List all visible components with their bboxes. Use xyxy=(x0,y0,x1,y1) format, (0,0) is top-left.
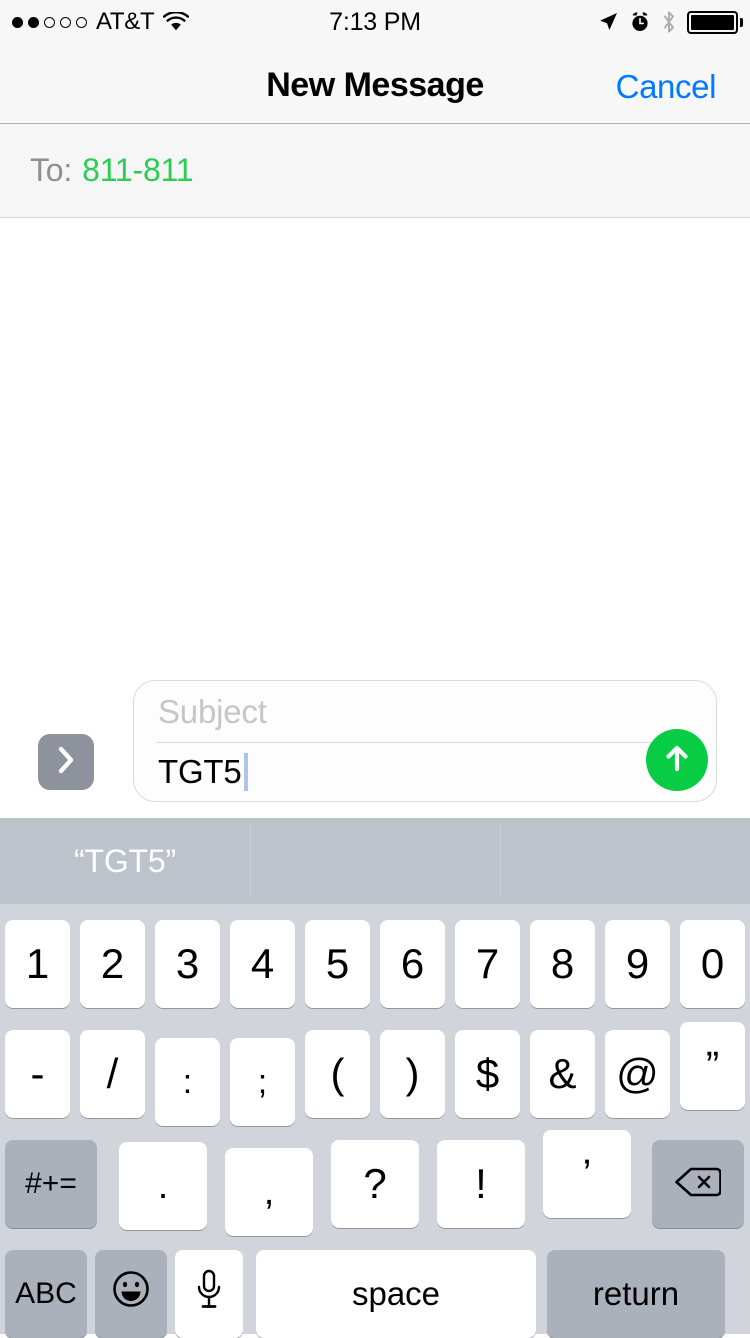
keyboard-row-bottom: ABC space return xyxy=(0,1250,750,1338)
recipient-label: To: xyxy=(30,152,73,188)
key-paren-open[interactable]: ( xyxy=(305,1030,370,1118)
bluetooth-icon xyxy=(661,10,677,34)
prediction-candidate-1[interactable]: “TGT5” xyxy=(0,818,250,904)
key-apostrophe[interactable]: ’ xyxy=(543,1130,631,1218)
keyboard-row-numbers: 1 2 3 4 5 6 7 8 9 0 xyxy=(0,920,750,1008)
key-space[interactable]: space xyxy=(256,1250,536,1338)
key-at[interactable]: @ xyxy=(605,1030,670,1118)
key-dictation[interactable] xyxy=(175,1250,243,1338)
key-8[interactable]: 8 xyxy=(530,920,595,1008)
key-0[interactable]: 0 xyxy=(680,920,745,1008)
subject-input[interactable]: Subject xyxy=(134,681,716,742)
key-paren-close[interactable]: ) xyxy=(380,1030,445,1118)
message-body-input[interactable]: TGT5 xyxy=(134,742,716,801)
key-dollar[interactable]: $ xyxy=(455,1030,520,1118)
key-backspace[interactable] xyxy=(652,1140,744,1228)
key-emoji[interactable] xyxy=(95,1250,167,1338)
status-bar-right xyxy=(597,10,743,34)
arrow-up-icon xyxy=(661,741,693,780)
key-4[interactable]: 4 xyxy=(230,920,295,1008)
recipient-value[interactable]: 811-811 xyxy=(82,152,193,189)
alarm-clock-icon xyxy=(629,11,651,33)
key-symbol-switch[interactable]: #+= xyxy=(5,1140,97,1228)
message-body-text: TGT5 xyxy=(158,752,242,790)
navigation-bar: New Message Cancel xyxy=(0,44,750,124)
status-bar: AT&T 7:13 PM xyxy=(0,0,750,44)
message-compose-bubble: Subject TGT5 xyxy=(133,680,717,802)
key-hyphen[interactable]: - xyxy=(5,1030,70,1118)
text-caret xyxy=(243,752,248,791)
key-exclamation[interactable]: ! xyxy=(437,1140,525,1228)
key-6[interactable]: 6 xyxy=(380,920,445,1008)
key-2[interactable]: 2 xyxy=(80,920,145,1008)
key-semicolon[interactable]: ; xyxy=(230,1038,295,1126)
key-abc-switch[interactable]: ABC xyxy=(5,1250,87,1338)
recipient-field[interactable]: To: 811-811 xyxy=(0,124,750,218)
cancel-button[interactable]: Cancel xyxy=(616,68,717,106)
battery-full-icon xyxy=(687,10,743,34)
emoji-smiley-icon xyxy=(111,1269,151,1319)
predictive-text-bar: “TGT5” xyxy=(0,818,750,904)
microphone-icon xyxy=(192,1267,226,1321)
prediction-candidate-2[interactable] xyxy=(250,818,500,904)
key-slash[interactable]: / xyxy=(80,1030,145,1118)
prediction-candidate-3[interactable] xyxy=(500,818,750,904)
subject-placeholder: Subject xyxy=(158,692,267,730)
key-question[interactable]: ? xyxy=(331,1140,419,1228)
location-arrow-icon xyxy=(597,11,619,33)
expand-apps-button[interactable] xyxy=(38,734,94,790)
backspace-icon xyxy=(675,1160,722,1208)
compose-bar: Subject TGT5 xyxy=(0,668,750,818)
key-9[interactable]: 9 xyxy=(605,920,670,1008)
send-button[interactable] xyxy=(646,729,708,791)
key-3[interactable]: 3 xyxy=(155,920,220,1008)
key-5[interactable]: 5 xyxy=(305,920,370,1008)
key-quote[interactable]: ” xyxy=(680,1022,745,1110)
keyboard-row-symbols: - / : ; ( ) $ & @ ” xyxy=(0,1022,750,1126)
key-1[interactable]: 1 xyxy=(5,920,70,1008)
chevron-right-icon xyxy=(55,745,77,780)
key-7[interactable]: 7 xyxy=(455,920,520,1008)
key-ampersand[interactable]: & xyxy=(530,1030,595,1118)
onscreen-keyboard: 1 2 3 4 5 6 7 8 9 0 - / : ; ( ) $ & @ ” … xyxy=(0,904,750,1338)
key-comma[interactable]: , xyxy=(225,1148,313,1236)
keyboard-row-punctuation: #+= . , ? ! ’ xyxy=(0,1130,750,1236)
key-colon[interactable]: : xyxy=(155,1038,220,1126)
key-return[interactable]: return xyxy=(547,1250,725,1338)
key-period[interactable]: . xyxy=(119,1142,207,1230)
